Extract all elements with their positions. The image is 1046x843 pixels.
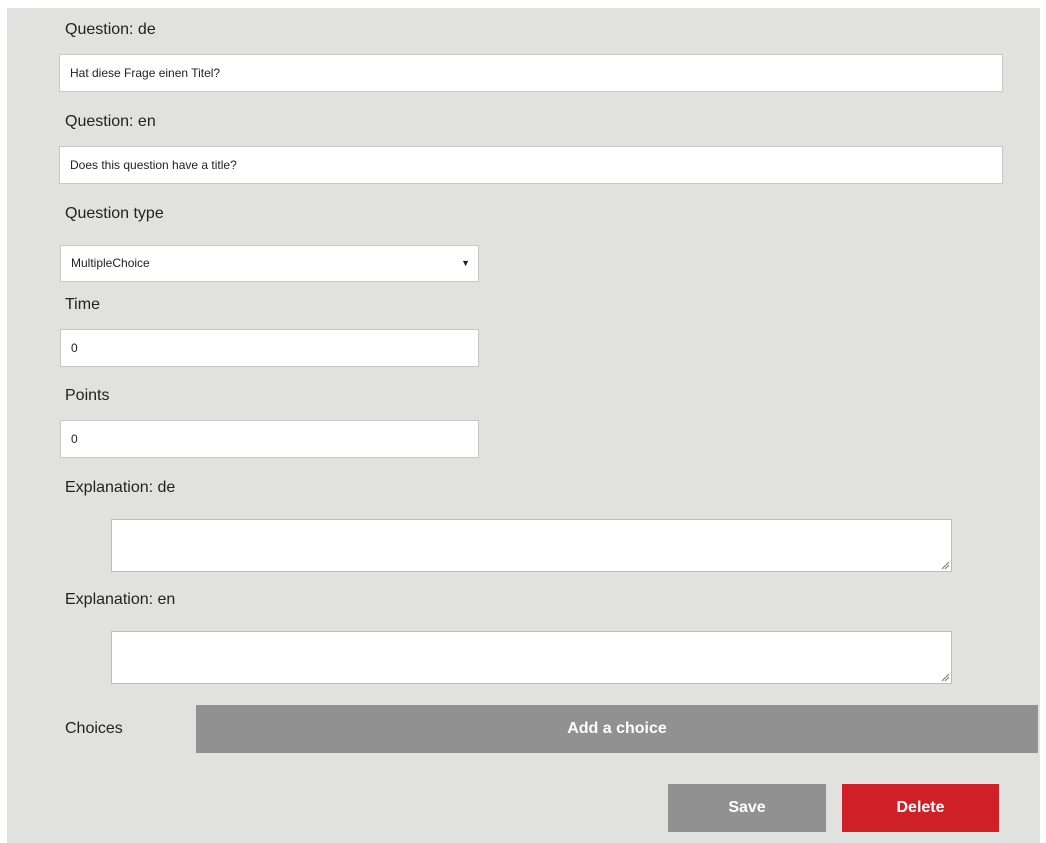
question-en-label: Question: en bbox=[65, 113, 156, 130]
question-type-selected-value: MultipleChoice bbox=[71, 256, 150, 270]
question-type-select[interactable]: MultipleChoice ▼ bbox=[60, 245, 479, 282]
explanation-de-textarea[interactable] bbox=[111, 519, 952, 572]
points-label: Points bbox=[65, 387, 110, 404]
resize-grip-icon[interactable] bbox=[941, 561, 949, 569]
question-en-input[interactable]: Does this question have a title? bbox=[59, 146, 1003, 184]
question-type-label: Question type bbox=[65, 205, 164, 222]
question-de-label: Question: de bbox=[65, 21, 156, 38]
time-label: Time bbox=[65, 296, 100, 313]
question-de-input[interactable]: Hat diese Frage einen Titel? bbox=[59, 54, 1003, 92]
add-choice-button[interactable]: Add a choice bbox=[196, 705, 1038, 753]
time-input[interactable]: 0 bbox=[60, 329, 479, 367]
explanation-en-label: Explanation: en bbox=[65, 591, 176, 608]
points-input[interactable]: 0 bbox=[60, 420, 479, 458]
resize-grip-icon[interactable] bbox=[941, 673, 949, 681]
delete-button[interactable]: Delete bbox=[842, 784, 999, 832]
explanation-de-label: Explanation: de bbox=[65, 479, 176, 496]
explanation-en-textarea[interactable] bbox=[111, 631, 952, 684]
triangle-down-icon: ▼ bbox=[461, 258, 470, 268]
save-button[interactable]: Save bbox=[668, 784, 826, 832]
choices-label: Choices bbox=[65, 720, 123, 737]
